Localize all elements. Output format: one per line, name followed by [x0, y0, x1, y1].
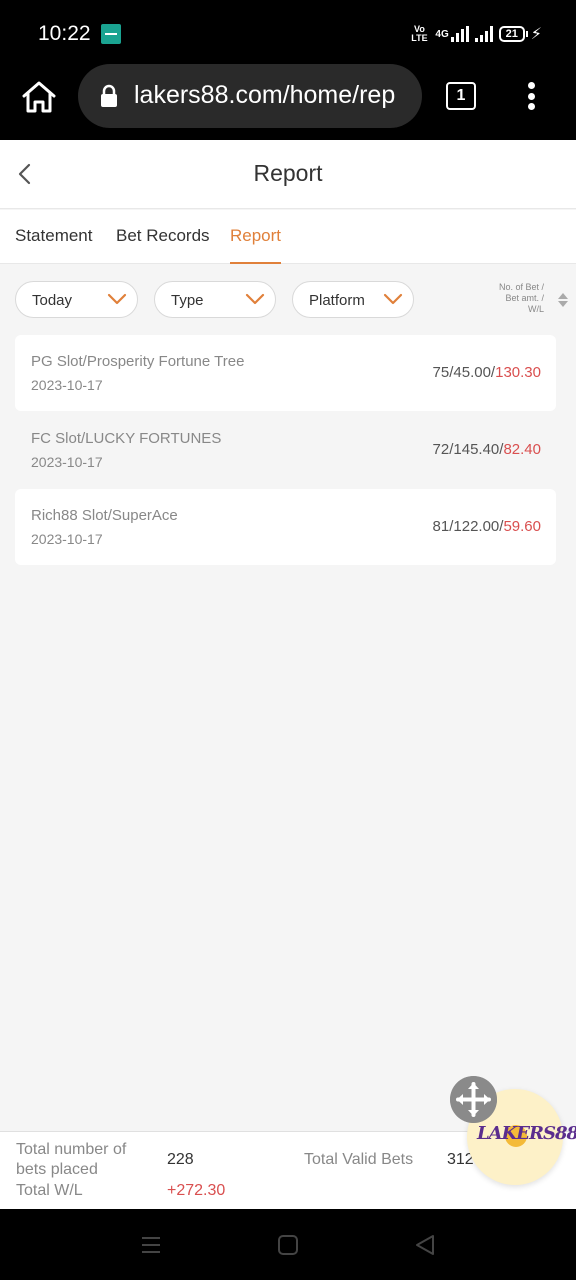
total-bets-label: Total number of bets placed [16, 1141, 127, 1178]
game-name: Rich88 Slot/SuperAce [31, 507, 178, 524]
status-bar: 10:22 Vo LTE 4G 21 ⚡ [0, 0, 576, 64]
charging-icon: ⚡ [530, 26, 542, 43]
record-values: 81/122.00/59.60 [433, 518, 541, 535]
signal-icon [450, 26, 469, 42]
volte-icon: Vo LTE [411, 24, 428, 43]
sort-label-line: Bet amt. / [505, 293, 544, 303]
date-filter-dropdown[interactable]: Today [15, 281, 138, 318]
win-loss-value: 130.30 [495, 364, 541, 381]
sort-column-label[interactable]: No. of Bet / Bet amt. / W/L [480, 282, 544, 315]
record-date: 2023-10-17 [31, 531, 103, 547]
network-type-label: 4G [435, 28, 449, 40]
total-wl-label: Total W/L [16, 1182, 83, 1199]
bet-count-amount: 75/45.00/ [432, 364, 496, 381]
recent-apps-icon[interactable] [139, 1233, 163, 1257]
record-values: 72/145.40/82.40 [433, 441, 541, 458]
back-nav-icon[interactable] [413, 1233, 437, 1257]
notification-app-icon [101, 24, 121, 44]
browser-toolbar: lakers88.com/home/rep 1 [0, 64, 576, 140]
report-tabs: Statement Bet Records Report [0, 210, 576, 264]
total-bets-value: 228 [167, 1151, 194, 1168]
record-date: 2023-10-17 [31, 377, 103, 393]
win-loss-value: 59.60 [503, 518, 541, 535]
sort-icon[interactable] [557, 292, 569, 308]
game-name: FC Slot/LUCKY FORTUNES [31, 430, 222, 447]
game-name: PG Slot/Prosperity Fortune Tree [31, 353, 245, 370]
logo-text: LAKERS88 [477, 1123, 576, 1144]
chevron-down-icon [245, 293, 265, 305]
platform-filter-dropdown[interactable]: Platform [292, 281, 414, 318]
home-nav-icon[interactable] [276, 1233, 300, 1257]
type-filter-label: Type [171, 292, 204, 309]
system-nav-bar [0, 1209, 576, 1280]
sort-label-line: No. of Bet / [498, 282, 544, 292]
status-indicators: Vo LTE 4G 21 ⚡ [409, 22, 542, 46]
platform-filter-label: Platform [309, 292, 365, 309]
signal-icon-2 [474, 26, 493, 42]
browser-menu-icon[interactable] [520, 78, 542, 114]
tab-switcher-button[interactable]: 1 [446, 82, 476, 110]
report-row[interactable]: FC Slot/LUCKY FORTUNES 2023-10-17 72/145… [15, 412, 556, 488]
report-row[interactable]: Rich88 Slot/SuperAce 2023-10-17 81/122.0… [15, 489, 556, 565]
tab-report[interactable]: Report [230, 226, 282, 264]
tab-statement[interactable]: Statement [15, 226, 93, 264]
address-bar[interactable]: lakers88.com/home/rep [78, 64, 422, 128]
battery-icon: 21 [498, 26, 528, 42]
sort-label-line: W/L [527, 304, 544, 314]
url-text: lakers88.com/home/rep [134, 81, 396, 109]
tab-bet-records[interactable]: Bet Records [116, 226, 210, 264]
type-filter-dropdown[interactable]: Type [154, 281, 276, 318]
total-valid-bets-label: Total Valid Bets [304, 1151, 414, 1168]
bet-count-amount: 72/145.40/ [432, 441, 504, 458]
chevron-down-icon [107, 293, 127, 305]
lock-icon [101, 84, 117, 107]
bet-count-amount: 81/122.00/ [432, 518, 504, 535]
page-title: Report [253, 160, 323, 186]
record-values: 75/45.00/130.30 [433, 364, 541, 381]
move-handle-icon[interactable] [450, 1076, 497, 1123]
total-wl-value: +272.30 [167, 1182, 226, 1199]
win-loss-value: 82.40 [503, 441, 541, 458]
page-header: Report [0, 140, 576, 209]
date-filter-label: Today [32, 292, 73, 309]
record-date: 2023-10-17 [31, 454, 103, 470]
report-row[interactable]: PG Slot/Prosperity Fortune Tree 2023-10-… [15, 335, 556, 411]
chevron-down-icon [383, 293, 403, 305]
status-time: 10:22 [38, 22, 91, 45]
home-icon[interactable] [20, 78, 58, 116]
